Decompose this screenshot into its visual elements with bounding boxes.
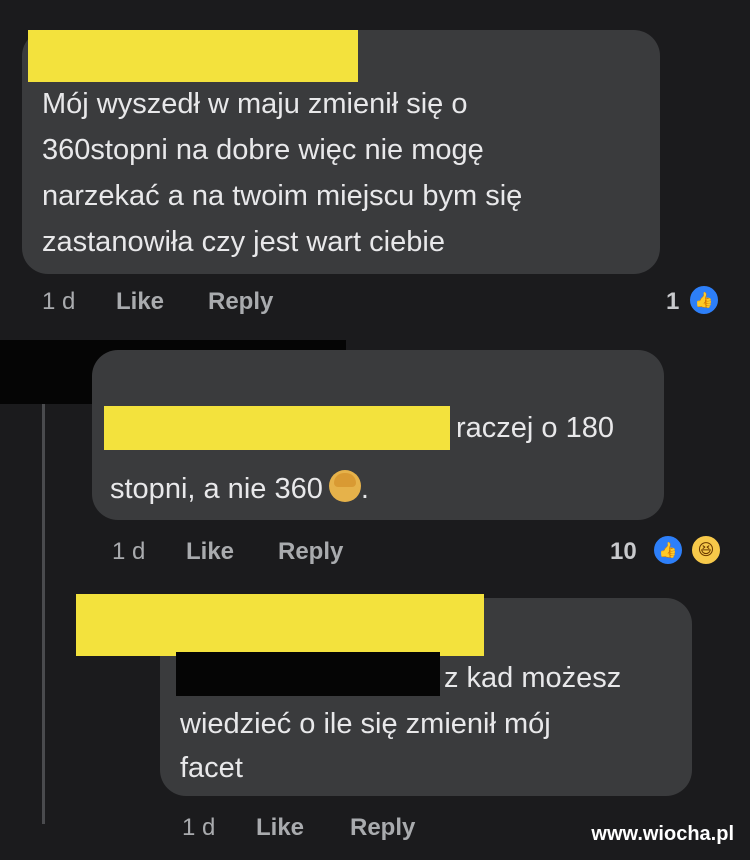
- woman-facepalm-emoji-icon: [328, 470, 361, 502]
- comment-1-reply-button[interactable]: Reply: [208, 288, 273, 316]
- comment-1-reaction-count: 1: [666, 288, 680, 315]
- comment-2-period: .: [360, 473, 369, 505]
- comment-1-timestamp: 1 d: [42, 288, 76, 315]
- comment-2-reaction-count: 10: [610, 538, 637, 565]
- comment-2-text: stopni, a nie 360: [110, 473, 323, 505]
- comment-1-line-1: Mój wyszedł w maju zmienił się o: [42, 88, 468, 120]
- comment-2-line-2: stopni, a nie 360.: [110, 470, 369, 504]
- comment-3-line-2: wiedzieć o ile się zmienił mój: [180, 708, 551, 740]
- comment-3-reply-button[interactable]: Reply: [350, 814, 415, 842]
- watermark: www.wiocha.pl: [591, 823, 734, 845]
- redacted-author-name-3: [76, 594, 484, 656]
- comment-3-like-button[interactable]: Like: [256, 814, 304, 842]
- comment-2-like-button[interactable]: Like: [186, 538, 234, 566]
- comment-1-line-4: zastanowiła czy jest wart ciebie: [42, 226, 445, 258]
- like-icon[interactable]: 👍: [652, 534, 684, 566]
- redacted-author-name-2: [104, 406, 450, 450]
- haha-icon[interactable]: 😆: [690, 534, 722, 566]
- like-icon[interactable]: 👍: [688, 284, 720, 316]
- redacted-author-name-1: [28, 30, 358, 82]
- comment-2-line-1: raczej o 180: [456, 412, 614, 444]
- comment-1-line-3: narzekać a na twoim miejscu bym się: [42, 180, 523, 212]
- comment-3-line-3: facet: [180, 752, 243, 784]
- comment-3-timestamp: 1 d: [182, 814, 216, 841]
- comment-1-line-2: 360stopni na dobre więc nie mogę: [42, 134, 484, 166]
- reply-thread-line: [42, 404, 45, 824]
- comment-3-line-1: z kad możesz: [444, 662, 622, 694]
- comment-2-timestamp: 1 d: [112, 538, 146, 565]
- comment-1-like-button[interactable]: Like: [116, 288, 164, 316]
- comment-2-reply-button[interactable]: Reply: [278, 538, 343, 566]
- redacted-mention: [176, 652, 440, 696]
